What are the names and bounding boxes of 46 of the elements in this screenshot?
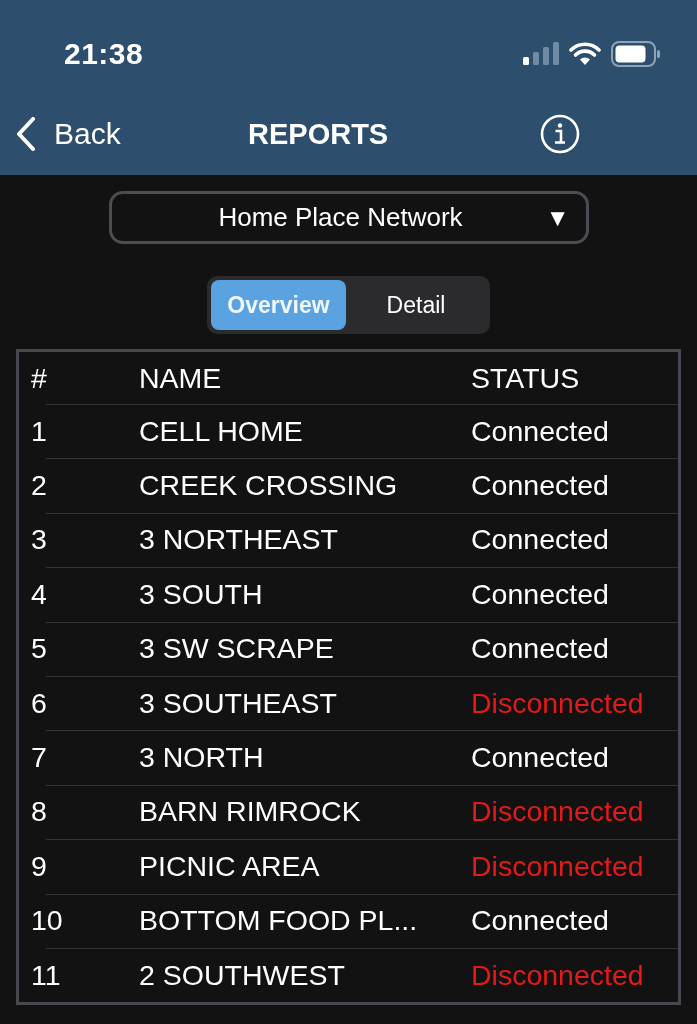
table-cell-text: 1	[31, 414, 48, 448]
table-cell-text: 3 SW SCRAPE	[139, 632, 335, 666]
table-cell-text: 3 NORTHEAST	[139, 523, 339, 557]
segment-tab[interactable]: Detail	[346, 280, 486, 330]
table-cell-text: 9	[31, 849, 48, 883]
info-icon[interactable]	[540, 114, 581, 154]
table-cell-text: CREEK CROSSING	[139, 469, 399, 503]
table-cell-text: 11	[31, 958, 62, 992]
table-cell-text: BOTTOM FOOD PL...	[139, 904, 419, 938]
table-cell-text: BARN RIMROCK	[139, 795, 362, 829]
table-cell-text: CELL HOME	[139, 414, 304, 448]
table-cell-text: 2 SOUTHWEST	[139, 958, 346, 992]
table-cell-text: 6	[31, 686, 48, 720]
table-cell-text: 3 SOUTHEAST	[139, 686, 338, 720]
signal-icon	[523, 42, 559, 66]
clock-time: 21:38	[64, 37, 144, 71]
status-cell-text: Connected	[471, 632, 610, 666]
wifi-icon	[569, 42, 601, 66]
status-cell-text: Connected	[471, 469, 610, 503]
status-cell-text: Disconnected	[471, 849, 645, 883]
battery-icon	[611, 41, 661, 67]
back-button[interactable]: Back	[16, 117, 216, 151]
screen-title: REPORTS	[248, 117, 389, 151]
status-cell-text: Disconnected	[471, 958, 645, 992]
table-cell-text: 5	[31, 632, 48, 666]
column-header: #	[31, 361, 48, 395]
status-cell-text: Connected	[471, 577, 610, 611]
column-header: STATUS	[471, 361, 581, 395]
status-cell-text: Connected	[471, 414, 610, 448]
status-cell-text: Disconnected	[471, 686, 645, 720]
table-cell-text: 8	[31, 795, 48, 829]
network-dropdown[interactable]: Home Place Network ▼	[108, 191, 589, 244]
table-cell-text: 4	[31, 577, 48, 611]
status-cell-text: Connected	[471, 741, 610, 775]
table-cell-text: 10	[31, 904, 64, 938]
status-cell-text: Connected	[471, 904, 610, 938]
status-cell-text: Connected	[471, 523, 610, 557]
column-header: NAME	[139, 361, 223, 395]
chevron-icon	[16, 117, 36, 151]
table-cell-text: 2	[31, 469, 48, 503]
table-cell-text: PICNIC AREA	[139, 849, 321, 883]
table-cell-text: 7	[31, 741, 48, 775]
table-cell-text: 3	[31, 523, 48, 557]
status-cell-text: Disconnected	[471, 795, 645, 829]
table-cell-text: 3 NORTH	[139, 741, 265, 775]
table-cell-text: 3 SOUTH	[139, 577, 264, 611]
